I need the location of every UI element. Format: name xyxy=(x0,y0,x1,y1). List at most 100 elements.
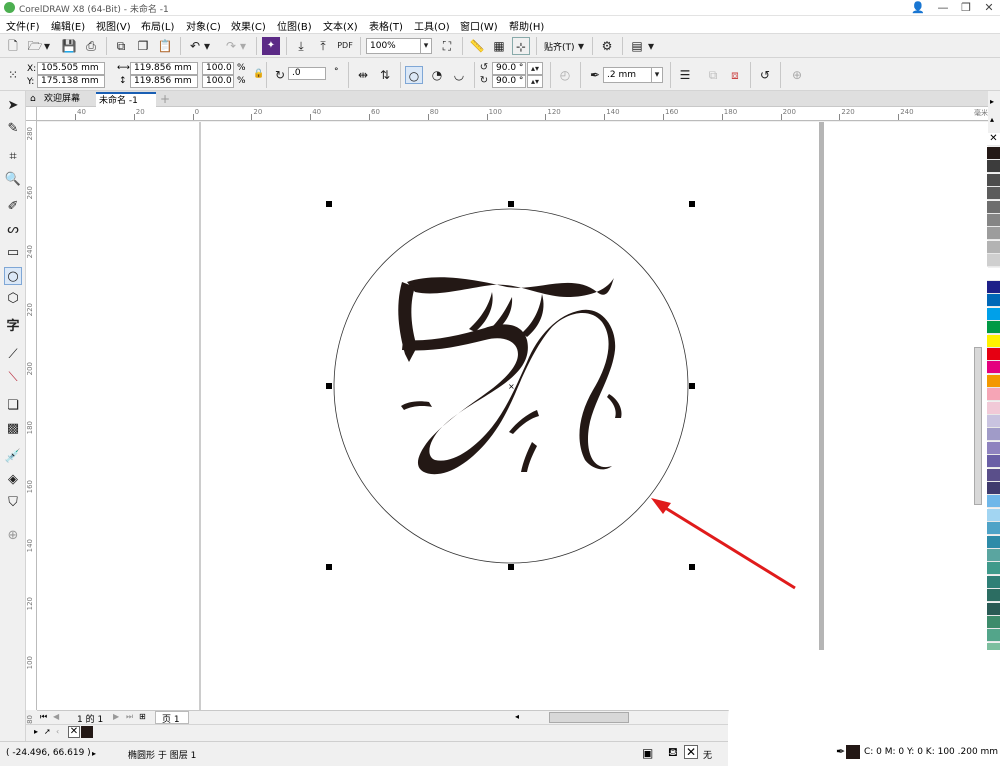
page-tab-1[interactable]: 页 1 xyxy=(155,711,189,725)
next-page-icon[interactable]: ▶ xyxy=(113,712,119,721)
show-rulers-icon[interactable]: 📏 xyxy=(468,37,486,55)
application-launcher-icon[interactable]: ▤ xyxy=(628,37,646,55)
zoom-level-input[interactable]: 100% xyxy=(366,38,422,54)
menu-text[interactable]: 文本(X) xyxy=(323,18,358,33)
hscroll-left-icon[interactable]: ◂ xyxy=(515,712,519,721)
options-gear-icon[interactable]: ⚙ xyxy=(598,37,616,55)
palette-swatch[interactable] xyxy=(987,522,1000,536)
start-angle-spinner[interactable]: ▴▾ xyxy=(527,62,543,75)
text-wrap-icon[interactable]: ☰ xyxy=(676,66,694,84)
convert-to-curves-icon[interactable]: ↺ xyxy=(756,66,774,84)
y-position-input[interactable]: 175.138 mm xyxy=(37,75,105,88)
menu-table[interactable]: 表格(T) xyxy=(369,18,403,33)
direction-toggle-icon[interactable]: ◴ xyxy=(556,66,574,84)
eyedropper-small-icon[interactable]: ➚ xyxy=(44,727,51,736)
launcher-dropdown-icon[interactable]: ▾ xyxy=(646,37,656,55)
object-origin-icon[interactable]: ⁙ xyxy=(4,66,22,84)
artistic-media-icon[interactable]: ᔕ xyxy=(4,221,22,239)
show-grid-icon[interactable]: ▦ xyxy=(490,37,508,55)
add-tool-icon[interactable]: ⊕ xyxy=(4,527,22,545)
rotate-icon[interactable]: ↻ xyxy=(271,66,289,84)
shape-tool-icon[interactable]: ✎ xyxy=(4,120,22,138)
outline-dropdown-icon[interactable]: ▾ xyxy=(651,67,663,83)
undo-dropdown-icon[interactable]: ▾ xyxy=(202,37,212,55)
redo-dropdown-icon[interactable]: ▾ xyxy=(238,37,248,55)
eyedropper-icon[interactable]: 💉 xyxy=(4,448,22,466)
no-fill-swatch[interactable]: ✕ xyxy=(68,726,80,738)
palette-swatch[interactable] xyxy=(987,535,1000,549)
publish-pdf-icon[interactable]: PDF xyxy=(336,37,354,55)
chevron-down-icon[interactable]: ▾ xyxy=(42,37,52,55)
save-icon[interactable]: 💾 xyxy=(60,37,78,55)
palette-scroll-up-icon[interactable]: ▴ xyxy=(990,115,994,124)
mirror-vertical-icon[interactable]: ⇅ xyxy=(376,66,394,84)
start-angle-input[interactable]: 90.0 ° xyxy=(492,62,526,75)
tab-document[interactable]: 未命名 -1 xyxy=(96,92,156,107)
palette-swatch[interactable] xyxy=(987,468,1000,482)
rectangle-tool-icon[interactable]: ▭ xyxy=(4,244,22,262)
palette-swatch[interactable] xyxy=(987,334,1000,348)
palette-swatch[interactable] xyxy=(987,616,1000,629)
palette-swatch[interactable] xyxy=(987,441,1000,455)
add-property-icon[interactable]: ⊕ xyxy=(788,66,806,84)
vertical-scrollbar-thumb[interactable] xyxy=(974,347,982,505)
new-document-icon[interactable]: 🗋 xyxy=(4,37,22,55)
arc-mode-icon[interactable]: ◡ xyxy=(450,66,468,84)
freehand-tool-icon[interactable]: ✐ xyxy=(4,198,22,216)
palette-swatch[interactable] xyxy=(987,294,1000,308)
no-color-swatch[interactable]: ✕ xyxy=(987,133,1000,146)
menu-help[interactable]: 帮助(H) xyxy=(509,18,544,33)
palette-swatch[interactable] xyxy=(987,388,1000,402)
palette-swatch[interactable] xyxy=(987,160,1000,174)
palette-swatch[interactable] xyxy=(987,147,1000,160)
copy-icon[interactable]: ❐ xyxy=(134,37,152,55)
palette-swatch[interactable] xyxy=(987,187,1000,201)
palette-prev-icon[interactable]: ‹ xyxy=(56,727,59,736)
first-page-icon[interactable]: ⏮ xyxy=(40,712,47,722)
zoom-tool-icon[interactable]: 🔍 xyxy=(4,171,22,189)
palette-swatch[interactable] xyxy=(987,455,1000,469)
menu-object[interactable]: 对象(C) xyxy=(186,18,221,33)
print-icon[interactable]: ⎙ xyxy=(82,37,100,55)
full-screen-icon[interactable]: ⛶ xyxy=(438,37,456,55)
palette-swatch[interactable] xyxy=(987,321,1000,335)
palette-swatch[interactable] xyxy=(987,508,1000,522)
docker-expand-icon[interactable]: ▸ xyxy=(990,97,994,106)
search-content-icon[interactable]: ✦ xyxy=(262,37,280,55)
last-page-icon[interactable]: ⏭ xyxy=(126,712,133,722)
horizontal-scrollbar-thumb[interactable] xyxy=(549,712,629,723)
palette-swatch[interactable] xyxy=(987,602,1000,616)
palette-swatch[interactable] xyxy=(987,200,1000,214)
import-icon[interactable]: ⤓ xyxy=(292,37,310,55)
rotation-input[interactable]: .0 xyxy=(288,67,326,80)
crop-tool-icon[interactable]: ⌗ xyxy=(4,148,22,166)
palette-swatch[interactable] xyxy=(987,214,1000,227)
palette-expand-icon[interactable]: ▸ xyxy=(34,727,38,736)
account-icon[interactable]: 👤 xyxy=(907,0,929,16)
menu-window[interactable]: 窗口(W) xyxy=(460,18,498,33)
palette-swatch[interactable] xyxy=(987,307,1000,321)
menu-view[interactable]: 视图(V) xyxy=(96,18,131,33)
add-page-icon[interactable]: ⊞ xyxy=(139,712,146,721)
vertical-ruler[interactable]: 280 260 240 220 200 180 160 140 120 100 80 xyxy=(26,107,37,724)
smart-fill-icon[interactable]: ⛉ xyxy=(4,494,22,512)
palette-swatch[interactable] xyxy=(987,549,1000,562)
palette-swatch[interactable] xyxy=(987,401,1000,415)
palette-swatch[interactable] xyxy=(987,495,1000,509)
text-tool-icon[interactable]: 字 xyxy=(4,318,22,336)
polygon-tool-icon[interactable]: ⬡ xyxy=(4,290,22,308)
palette-swatch[interactable] xyxy=(987,562,1000,576)
horizontal-ruler[interactable]: 毫米 40 20 0 20 40 60 80 100 120 140 160 180 200 220 240 xyxy=(37,107,988,121)
palette-swatch[interactable] xyxy=(987,629,1000,643)
ellipse-mode-icon[interactable]: ○ xyxy=(405,66,423,84)
palette-swatch[interactable] xyxy=(987,254,1000,268)
palette-swatch[interactable] xyxy=(987,240,1000,254)
snap-dropdown-icon[interactable]: ▾ xyxy=(576,37,586,55)
x-position-input[interactable]: 105.505 mm xyxy=(37,62,105,75)
palette-swatch[interactable] xyxy=(987,348,1000,361)
palette-swatch[interactable] xyxy=(987,173,1000,187)
ruler-origin[interactable] xyxy=(26,107,37,121)
restore-button[interactable]: ❐ xyxy=(955,0,977,16)
palette-swatch[interactable] xyxy=(987,281,1000,294)
palette-swatch[interactable] xyxy=(987,361,1000,375)
